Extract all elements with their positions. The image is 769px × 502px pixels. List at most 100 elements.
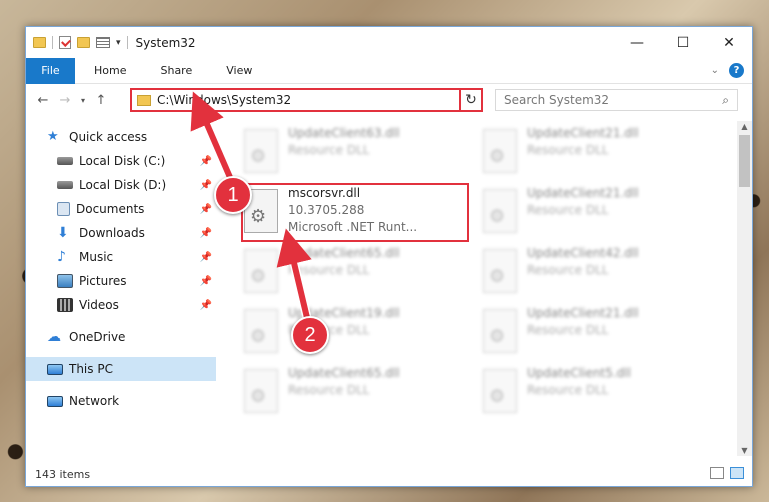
file-item[interactable]: ⚙ UpdateClient19.dll Resource DLL <box>244 305 464 361</box>
file-type: Resource DLL <box>527 323 609 337</box>
divider <box>126 36 128 49</box>
navigation-pane: ★ Quick access Local Disk (C:) 📌 Local D… <box>26 121 216 456</box>
file-item[interactable]: ⚙ UpdateClient65.dll Resource DLL <box>244 365 464 421</box>
details-view-icon[interactable] <box>710 467 724 479</box>
sidebar-item-label: Quick access <box>69 130 148 144</box>
sidebar-item-network[interactable]: Network <box>26 389 216 413</box>
file-item[interactable]: ⚙ UpdateClient42.dll Resource DLL <box>483 245 703 301</box>
sidebar-item-quick-access[interactable]: ★ Quick access <box>26 125 216 149</box>
sidebar-item-videos[interactable]: Videos 📌 <box>26 293 216 317</box>
address-bar[interactable]: C:\Windows\System32 ▾ <box>130 88 482 112</box>
close-button[interactable]: ✕ <box>706 27 752 58</box>
pin-icon[interactable]: 📌 <box>200 228 212 239</box>
tab-share[interactable]: Share <box>141 64 207 77</box>
forward-button[interactable]: → <box>54 93 76 108</box>
file-type: Resource DLL <box>527 203 609 217</box>
pin-icon[interactable]: 📌 <box>200 204 212 215</box>
caption-buttons: — ☐ ✕ <box>614 27 752 58</box>
dll-file-icon: ⚙ <box>483 249 517 293</box>
pin-icon[interactable]: 📌 <box>200 156 212 167</box>
file-name: UpdateClient21.dll <box>527 306 639 320</box>
sidebar-item-label: This PC <box>69 362 113 376</box>
scrollbar-thumb[interactable] <box>739 135 750 187</box>
sidebar-item-onedrive[interactable]: ☁ OneDrive <box>26 325 216 349</box>
sidebar-item-pictures[interactable]: Pictures 📌 <box>26 269 216 293</box>
file-type: Resource DLL <box>527 383 609 397</box>
file-name: UpdateClient21.dll <box>527 186 639 200</box>
scroll-down-arrow-icon[interactable]: ▼ <box>737 446 752 455</box>
file-name: UpdateClient65.dll <box>288 366 400 380</box>
sidebar-item-music[interactable]: ♪ Music 📌 <box>26 245 216 269</box>
tab-view[interactable]: View <box>207 64 267 77</box>
folder-icon <box>33 37 46 48</box>
pin-icon[interactable]: 📌 <box>200 252 212 263</box>
sidebar-item-local-disk-c[interactable]: Local Disk (C:) 📌 <box>26 149 216 173</box>
step-1-badge: 1 <box>214 176 252 214</box>
sidebar-item-label: Network <box>69 394 120 408</box>
pictures-icon <box>57 274 73 288</box>
pin-icon[interactable]: 📌 <box>200 300 212 311</box>
refresh-button[interactable]: ↻ <box>459 88 483 112</box>
computer-icon <box>47 363 63 375</box>
file-type: Resource DLL <box>288 143 370 157</box>
dll-file-icon: ⚙ <box>244 249 278 293</box>
file-item[interactable]: ⚙ UpdateClient5.dll Resource DLL <box>483 365 703 421</box>
file-item[interactable]: ⚙ UpdateClient21.dll Resource DLL <box>483 125 703 181</box>
pin-icon[interactable]: 📌 <box>200 180 212 191</box>
file-item[interactable]: ⚙ UpdateClient21.dll Resource DLL <box>483 185 703 241</box>
status-bar: 143 items <box>26 462 752 486</box>
tab-home[interactable]: Home <box>75 64 141 77</box>
back-button[interactable]: ← <box>32 93 54 108</box>
network-icon <box>47 395 63 407</box>
file-type: Resource DLL <box>527 143 609 157</box>
large-icons-view-icon[interactable] <box>730 467 744 479</box>
file-name: UpdateClient21.dll <box>527 126 639 140</box>
properties-check-icon[interactable] <box>59 36 71 49</box>
folder-icon <box>137 94 151 106</box>
dll-file-icon: ⚙ <box>483 369 517 413</box>
customize-toolbar-dropdown[interactable]: ▾ <box>116 38 121 48</box>
file-item[interactable]: ⚙ UpdateClient65.dll Resource DLL <box>244 245 464 301</box>
file-type: Resource DLL <box>288 263 370 277</box>
dll-file-icon: ⚙ <box>244 129 278 173</box>
sidebar-item-label: Local Disk (C:) <box>79 154 166 168</box>
new-folder-icon[interactable] <box>77 37 90 48</box>
file-name: UpdateClient63.dll <box>288 126 400 140</box>
properties-icon[interactable] <box>96 37 110 48</box>
sidebar-item-this-pc[interactable]: This PC <box>26 357 216 381</box>
help-icon[interactable]: ? <box>729 63 744 78</box>
pin-icon[interactable]: 📌 <box>200 276 212 287</box>
dll-file-icon: ⚙ <box>483 129 517 173</box>
sidebar-item-label: Videos <box>79 298 119 312</box>
maximize-button[interactable]: ☐ <box>660 27 706 58</box>
minimize-button[interactable]: — <box>614 27 660 58</box>
sidebar-item-label: Documents <box>76 202 145 216</box>
tab-file[interactable]: File <box>26 57 75 84</box>
expand-ribbon-icon[interactable]: ⌄ <box>711 65 719 76</box>
up-button[interactable]: ↑ <box>90 93 112 108</box>
search-input[interactable]: Search System32 ⌕ <box>495 89 738 111</box>
drive-icon <box>57 181 73 189</box>
file-item[interactable]: ⚙ UpdateClient21.dll Resource DLL <box>483 305 703 361</box>
sidebar-item-downloads[interactable]: ⬇ Downloads 📌 <box>26 221 216 245</box>
address-path[interactable]: C:\Windows\System32 <box>157 93 464 107</box>
search-icon[interactable]: ⌕ <box>722 93 729 108</box>
file-name: UpdateClient5.dll <box>527 366 631 380</box>
file-item[interactable]: ⚙ UpdateClient63.dll Resource DLL <box>244 125 464 181</box>
explorer-window: ▾ System32 — ☐ ✕ File Home Share View ⌄ … <box>25 26 753 487</box>
dll-file-icon: ⚙ <box>483 309 517 353</box>
sidebar-item-local-disk-d[interactable]: Local Disk (D:) 📌 <box>26 173 216 197</box>
videos-icon <box>57 298 73 312</box>
ribbon-controls: ⌄ ? <box>711 63 744 78</box>
quick-access-toolbar: ▾ <box>26 36 128 49</box>
step-2-badge: 2 <box>291 316 329 354</box>
sidebar-item-documents[interactable]: Documents 📌 <box>26 197 216 221</box>
scroll-up-arrow-icon[interactable]: ▲ <box>737 122 752 131</box>
vertical-scrollbar[interactable]: ▲ ▼ <box>737 121 752 456</box>
recent-locations-dropdown[interactable]: ▾ <box>76 96 90 105</box>
sidebar-item-label: Pictures <box>79 274 127 288</box>
title-bar: ▾ System32 — ☐ ✕ <box>26 27 752 58</box>
file-type: Resource DLL <box>288 383 370 397</box>
file-type: Resource DLL <box>527 263 609 277</box>
item-count: 143 items <box>35 467 91 481</box>
